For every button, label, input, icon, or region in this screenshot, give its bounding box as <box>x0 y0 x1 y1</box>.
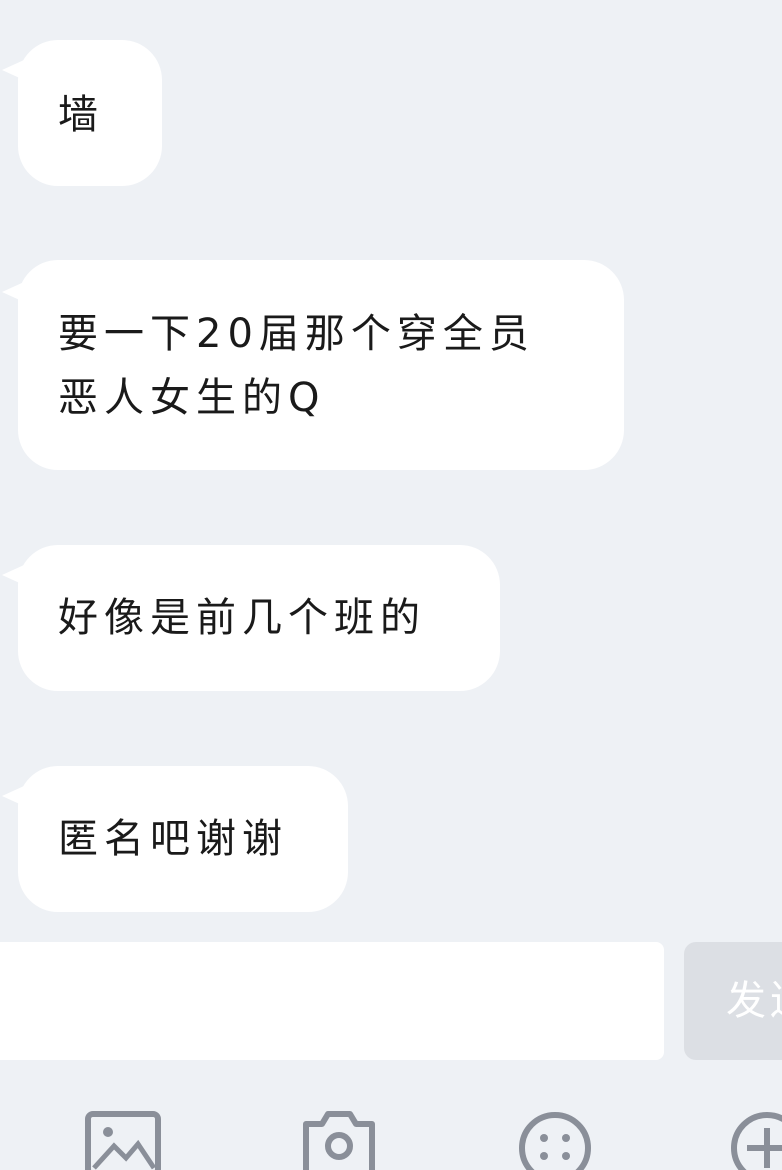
message-text: 匿名吧谢谢 <box>58 816 288 862</box>
message-text: 要一下20届那个穿全员 恶人女生的Q <box>58 311 535 421</box>
message-bubble[interactable]: 墙 <box>2 40 162 186</box>
message-text: 好像是前几个班的 <box>58 595 426 641</box>
bubble-tail <box>2 282 24 302</box>
message-input[interactable] <box>0 942 664 1060</box>
plus-icon[interactable] <box>728 1110 782 1170</box>
send-button-label: 发送 <box>726 978 782 1024</box>
message-bubble[interactable]: 匿名吧谢谢 <box>2 766 348 912</box>
composer-toolbar <box>0 1080 782 1170</box>
message-bubble[interactable]: 要一下20届那个穿全员 恶人女生的Q <box>2 260 624 470</box>
bubble-tail <box>2 565 24 585</box>
emoji-icon[interactable] <box>516 1110 594 1170</box>
bubble-tail <box>2 60 24 80</box>
send-button[interactable]: 发送 <box>684 942 782 1060</box>
image-icon[interactable] <box>84 1110 162 1170</box>
bubble-tail <box>2 786 24 806</box>
message-text: 墙 <box>58 92 104 138</box>
message-bubble[interactable]: 好像是前几个班的 <box>2 545 500 691</box>
camera-icon[interactable] <box>300 1110 378 1170</box>
message-list: 墙 要一下20届那个穿全员 恶人女生的Q 好像是前几个班的 匿名吧谢谢 <box>0 0 782 940</box>
